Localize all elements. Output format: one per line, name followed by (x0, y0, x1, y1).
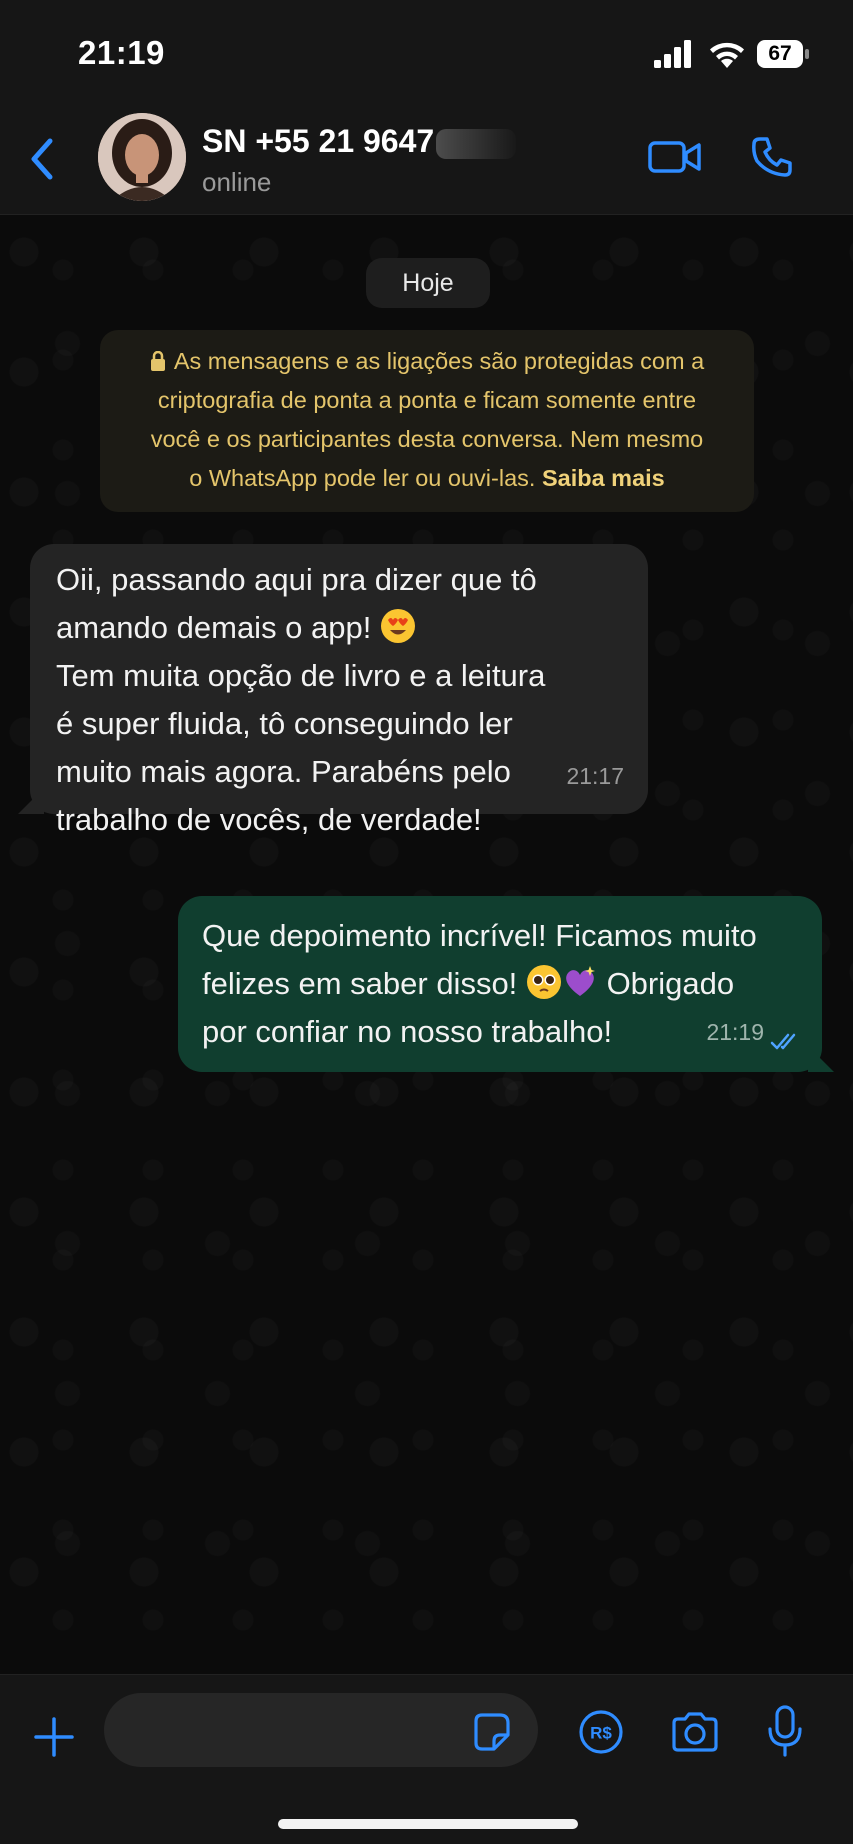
sparkling-heart-emoji-icon (566, 966, 595, 996)
video-call-icon[interactable] (648, 137, 702, 177)
notice-text: As mensagens e as ligações são protegida… (173, 348, 705, 374)
message-input-bar: R$ (0, 1674, 853, 1844)
contact-status: online (202, 167, 272, 197)
status-bar: 21:19 67 (0, 0, 853, 105)
plus-icon[interactable] (32, 1715, 76, 1759)
outgoing-message-bubble[interactable]: Que depoimento incrível! Ficamos muito f… (178, 896, 822, 1072)
message-text: Obrigado (606, 966, 735, 1001)
message-line: Que depoimento incrível! Ficamos muito (202, 918, 757, 953)
date-chip: Hoje (366, 258, 490, 308)
status-time: 21:19 (78, 34, 165, 71)
svg-text:R$: R$ (590, 1724, 612, 1743)
message-line: Oii, passando aqui pra dizer que tô (56, 562, 537, 597)
voice-call-icon[interactable] (750, 135, 794, 179)
message-line-with-emoji: felizes em saber disso! Obrigado (202, 960, 798, 1008)
message-line: Tem muita opção de livro e a leitura (56, 658, 546, 693)
encryption-notice[interactable]: As mensagens e as ligações são protegida… (100, 330, 754, 512)
camera-icon[interactable] (670, 1711, 720, 1753)
cellular-signal-icon (654, 40, 691, 68)
contact-name[interactable]: SN +55 21 9647 (202, 123, 517, 160)
message-line-with-emoji: amando demais o app! (56, 604, 624, 652)
notice-line: criptografia de ponta a ponta e ficam so… (157, 387, 697, 413)
incoming-message-bubble[interactable]: Oii, passando aqui pra dizer que tô aman… (30, 544, 648, 837)
home-indicator (278, 1819, 578, 1829)
sticker-icon[interactable] (470, 1711, 512, 1753)
chat-area[interactable]: Hoje As mensagens e as ligações são prot… (0, 216, 853, 1674)
double-check-read-icon (770, 1033, 796, 1050)
contact-name-text: SN +55 21 9647 (202, 123, 435, 159)
payment-icon[interactable]: R$ (578, 1709, 624, 1755)
notice-text: o WhatsApp pode ler ou ouvi-las. (189, 465, 536, 491)
heart-eyes-emoji-icon (381, 609, 415, 643)
redacted-number-blur (436, 128, 517, 159)
message-time: 21:17 (566, 763, 624, 789)
message-time: 21:19 (706, 1019, 764, 1045)
notice-line: As mensagens e as ligações são protegida… (100, 342, 754, 381)
message-line: muito mais agora. Parabéns pelo (56, 754, 511, 789)
notice-line: o WhatsApp pode ler ou ouvi-las. Saiba m… (100, 459, 754, 498)
back-chevron-icon[interactable] (24, 135, 60, 183)
contact-avatar[interactable] (98, 113, 186, 201)
microphone-icon[interactable] (766, 1705, 804, 1757)
learn-more-link[interactable]: Saiba mais (542, 465, 665, 491)
notice-line: você e os participantes desta conversa. … (150, 426, 704, 452)
battery-icon: 67 (757, 40, 809, 68)
message-text: amando demais o app! (56, 610, 372, 645)
wifi-icon (710, 42, 744, 68)
chat-header: SN +55 21 9647 online (0, 105, 853, 215)
message-text: felizes em saber disso! (202, 966, 518, 1001)
pleading-face-emoji-icon (526, 965, 561, 999)
battery-level: 67 (768, 42, 792, 65)
lock-icon (150, 351, 165, 371)
message-line: trabalho de vocês, de verdade! (56, 802, 482, 837)
message-line: é super fluida, tô conseguindo ler (56, 706, 513, 741)
